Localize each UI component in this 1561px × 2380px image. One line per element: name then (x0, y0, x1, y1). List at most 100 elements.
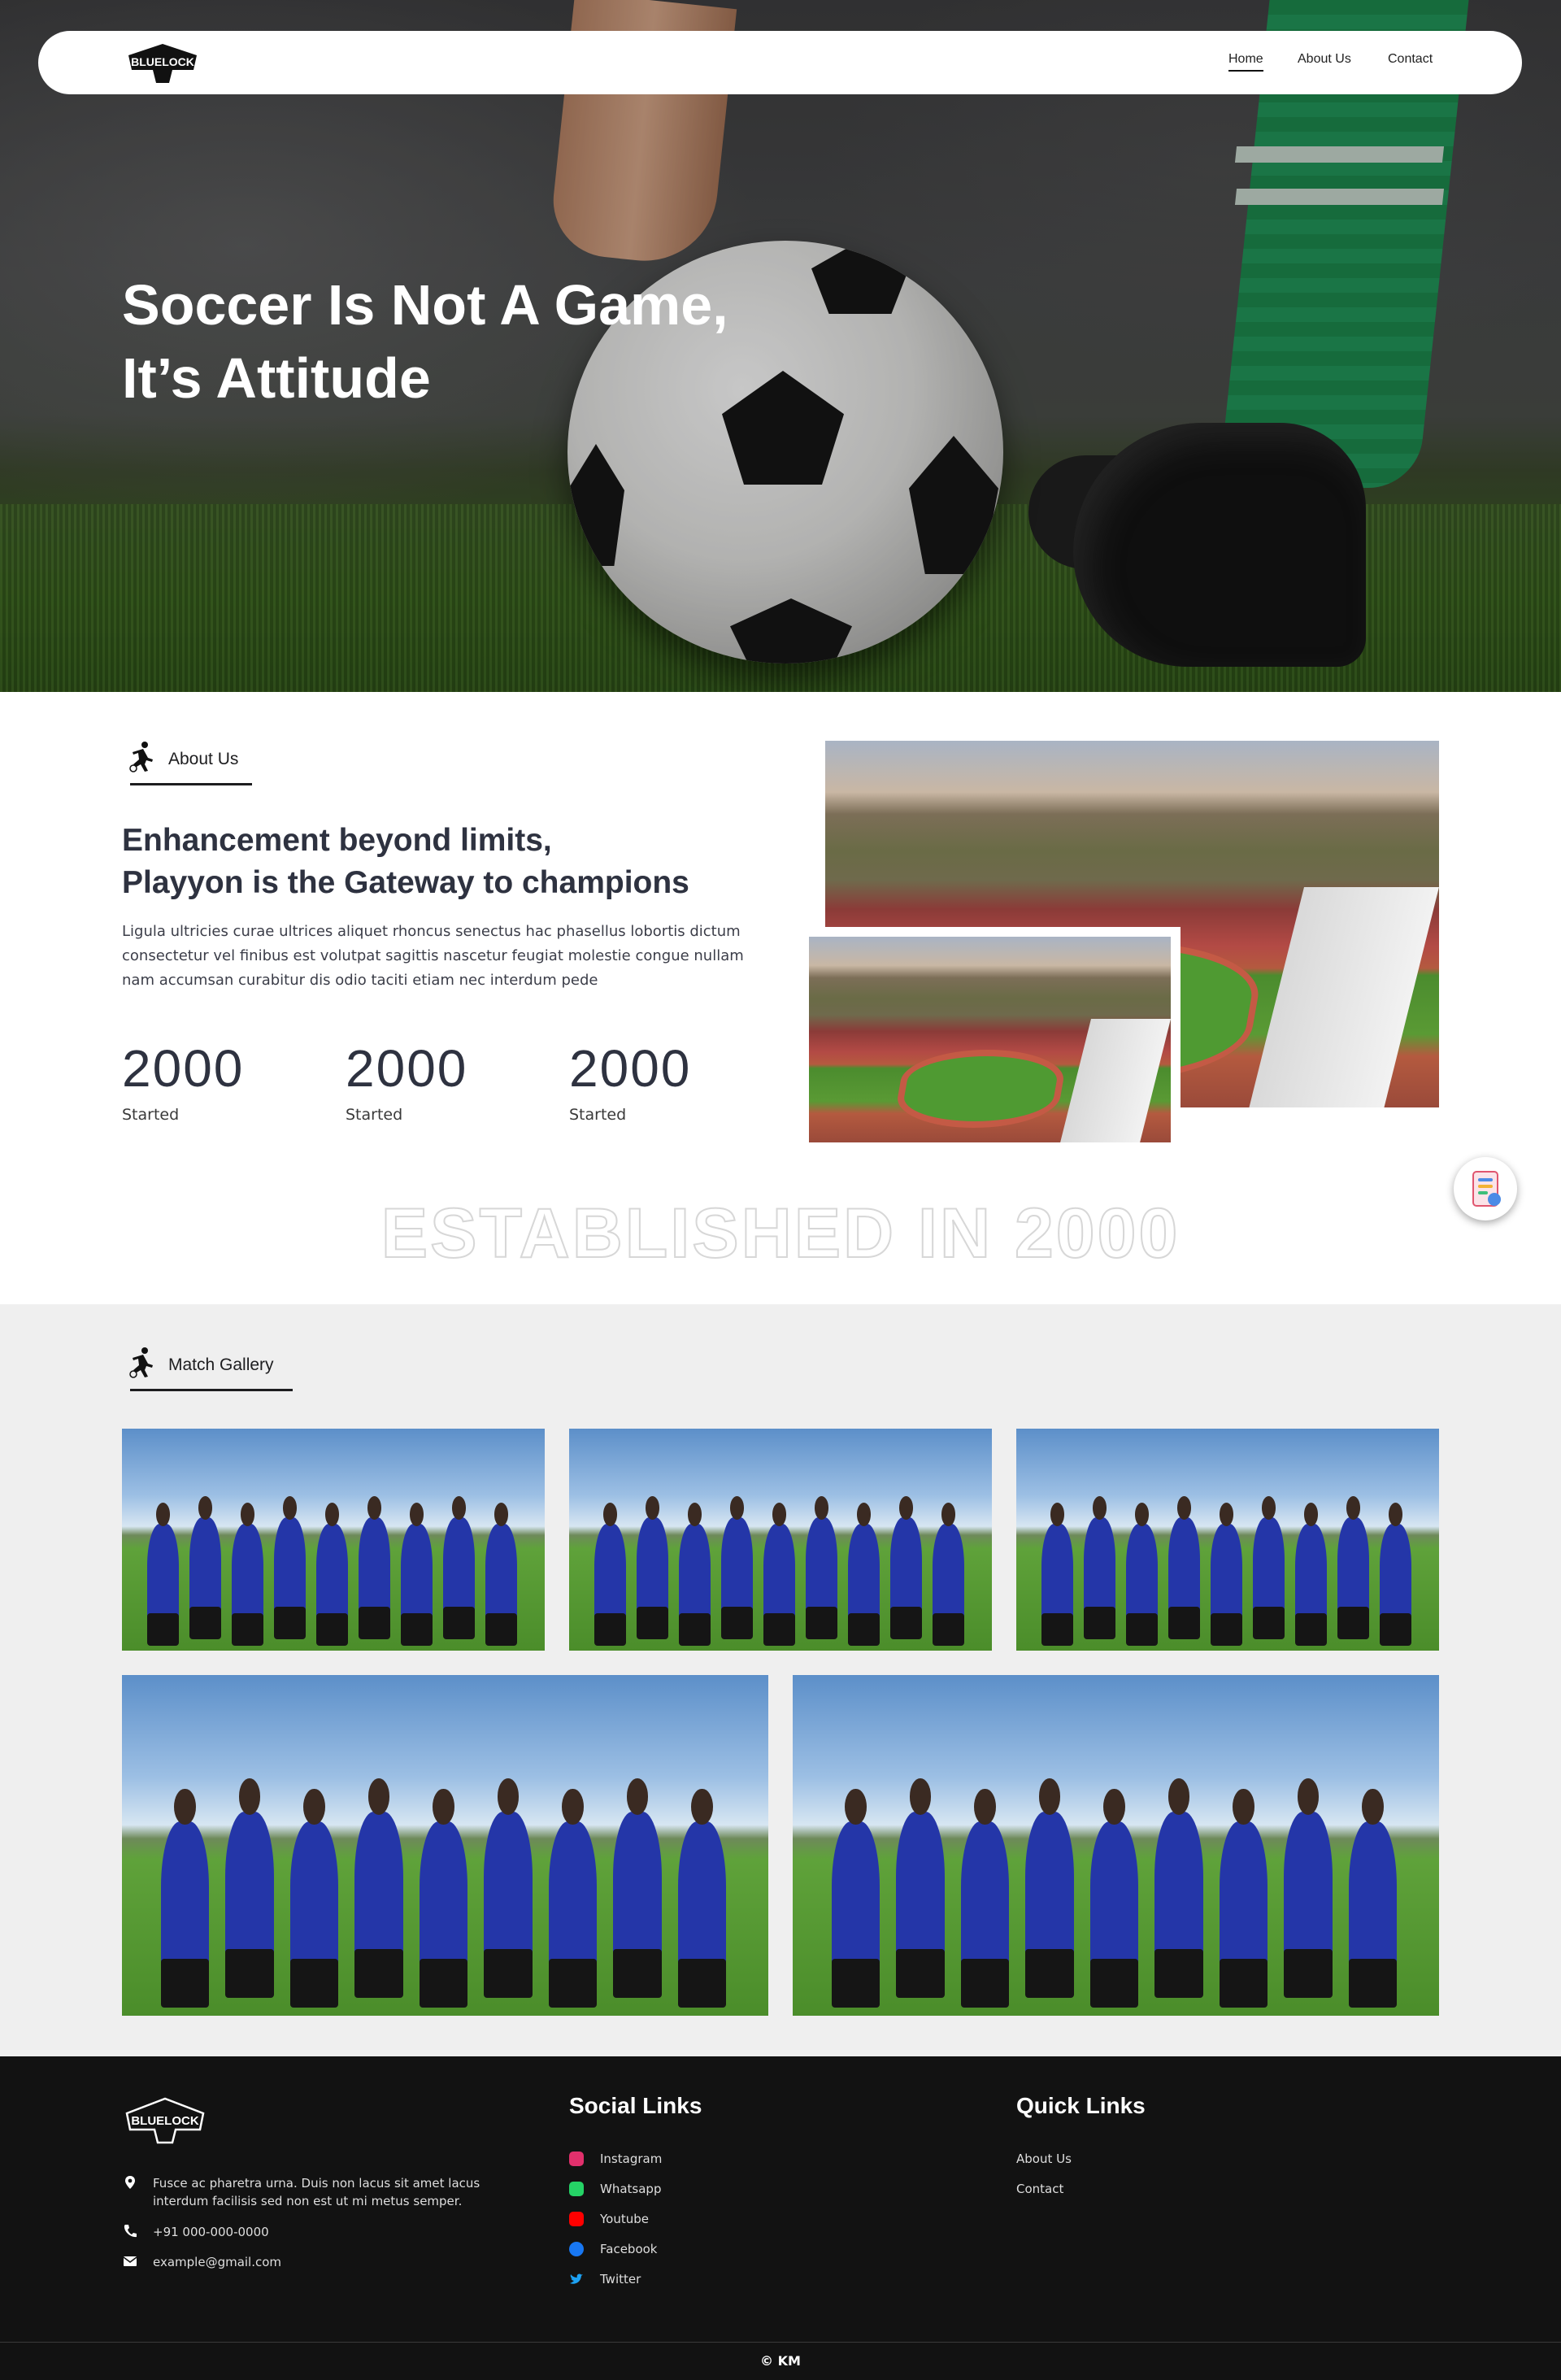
social-link-instagram[interactable]: Instagram (569, 2152, 662, 2166)
stat-item: 2000 Started (346, 1039, 524, 1124)
player-figure (594, 1503, 627, 1646)
player-figure (613, 1778, 662, 1998)
footer: BLUELOCK Fusce ac pharetra urna. Duis no… (0, 2056, 1561, 2380)
social-label: Instagram (600, 2152, 663, 2166)
gallery-image[interactable] (793, 1675, 1439, 2016)
player-figure (1295, 1503, 1328, 1646)
social-label: Facebook (600, 2242, 658, 2256)
player-figure (890, 1496, 923, 1639)
hero-section: BLUELOCK Home About Us Contact Soccer Is… (0, 0, 1561, 692)
player-figure (933, 1503, 965, 1646)
player-figure (419, 1788, 468, 2008)
player-figure (960, 1788, 1010, 2008)
player-figure (1126, 1503, 1159, 1646)
player-figure (1041, 1503, 1074, 1646)
player-figure (189, 1496, 222, 1639)
player-figure (679, 1503, 711, 1646)
location-pin-icon (125, 2176, 135, 2189)
gallery-image[interactable] (569, 1429, 992, 1651)
player-figure (637, 1496, 669, 1639)
player-figure (160, 1788, 210, 2008)
stat-item: 2000 Started (569, 1039, 748, 1124)
player-figure (896, 1778, 945, 1998)
about-description: Ligula ultricies curae ultrices aliquet … (122, 923, 744, 989)
gallery-image[interactable] (1016, 1429, 1439, 1651)
quick-link-contact[interactable]: Contact (1016, 2182, 1063, 2196)
player-figure (1168, 1496, 1201, 1639)
footer-divider (0, 2342, 1561, 2343)
player-figure (677, 1788, 727, 2008)
about-tag-label: About Us (168, 750, 239, 768)
player-figure (147, 1503, 180, 1646)
about-tag-underline (130, 783, 252, 785)
nav-contact-link[interactable]: Contact (1388, 52, 1433, 67)
social-link-whatsapp[interactable]: Whatsapp (569, 2182, 661, 2196)
player-figure (1025, 1778, 1074, 1998)
player-figure (354, 1778, 403, 1998)
about-tag: About Us (122, 740, 260, 785)
player-figure (1348, 1788, 1398, 2008)
stat-label: Started (569, 1106, 627, 1124)
social-label: Twitter (600, 2272, 641, 2286)
footer-logo[interactable]: BLUELOCK (122, 2095, 208, 2146)
player-figure (548, 1788, 598, 2008)
copyright-text: © KM (760, 2353, 801, 2369)
mail-icon (123, 2256, 137, 2266)
bluelock-logo[interactable]: BLUELOCK (122, 41, 203, 85)
instagram-icon (569, 2152, 584, 2166)
facebook-icon (569, 2242, 584, 2256)
player-figure (401, 1503, 433, 1646)
navbar: BLUELOCK Home About Us Contact (38, 31, 1522, 94)
player-figure (1219, 1788, 1268, 2008)
stat-value: 2000 (122, 1039, 245, 1098)
player-figure (443, 1496, 476, 1639)
gallery-image[interactable] (122, 1675, 768, 2016)
player-figure (721, 1496, 754, 1639)
player-figure (289, 1788, 339, 2008)
stat-label: Started (122, 1106, 180, 1124)
footer-phone[interactable]: +91 000-000-0000 (122, 2223, 269, 2241)
about-heading-line1: Enhancement beyond limits, (122, 823, 552, 858)
footer-phone-text: +91 000-000-0000 (153, 2225, 269, 2239)
team-photo (569, 1429, 992, 1651)
player-figure (848, 1503, 881, 1646)
stat-value: 2000 (346, 1039, 468, 1098)
nav-about-link[interactable]: About Us (1298, 52, 1351, 67)
stadium-image (809, 937, 1171, 1142)
footer-address: Fusce ac pharetra urna. Duis non lacus s… (122, 2174, 537, 2210)
social-link-twitter[interactable]: Twitter (569, 2272, 641, 2286)
quick-link-about[interactable]: About Us (1016, 2152, 1072, 2166)
player-figure (1253, 1496, 1285, 1639)
player-figure (485, 1503, 518, 1646)
svg-text:BLUELOCK: BLUELOCK (131, 2114, 198, 2128)
team-photo (793, 1675, 1439, 2016)
whatsapp-icon (569, 2182, 584, 2196)
soccer-player-icon (129, 1347, 153, 1378)
quick-links-title: Quick Links (1016, 2093, 1146, 2118)
player-figure (274, 1496, 307, 1639)
player-figure (1380, 1503, 1412, 1646)
social-label: Whatsapp (600, 2182, 662, 2196)
footer-email[interactable]: example@gmail.com (122, 2253, 281, 2271)
about-heading: Enhancement beyond limits, Playyon is th… (122, 820, 813, 904)
player-figure (806, 1496, 838, 1639)
nav-home-link[interactable]: Home (1228, 52, 1263, 72)
stadium-photo-small (799, 927, 1181, 1152)
team-photo (122, 1429, 545, 1651)
soccer-player-icon (129, 742, 153, 772)
hero-title-line2: It’s Attitude (122, 346, 431, 410)
player-figure (1084, 1496, 1116, 1639)
gallery-image[interactable] (122, 1429, 545, 1651)
about-heading-line2: Playyon is the Gateway to champions (122, 865, 689, 900)
youtube-icon (569, 2212, 584, 2226)
gallery-section: Match Gallery (0, 1304, 1561, 2056)
social-link-youtube[interactable]: Youtube (569, 2212, 649, 2226)
svg-text:BLUELOCK: BLUELOCK (131, 55, 194, 68)
twitter-icon (570, 2273, 583, 2284)
player-figure (831, 1788, 881, 2008)
player-figure (1211, 1503, 1243, 1646)
social-link-facebook[interactable]: Facebook (569, 2242, 657, 2256)
player-figure (225, 1778, 274, 1998)
player-figure (232, 1503, 264, 1646)
gallery-tag: Match Gallery (122, 1346, 297, 1391)
